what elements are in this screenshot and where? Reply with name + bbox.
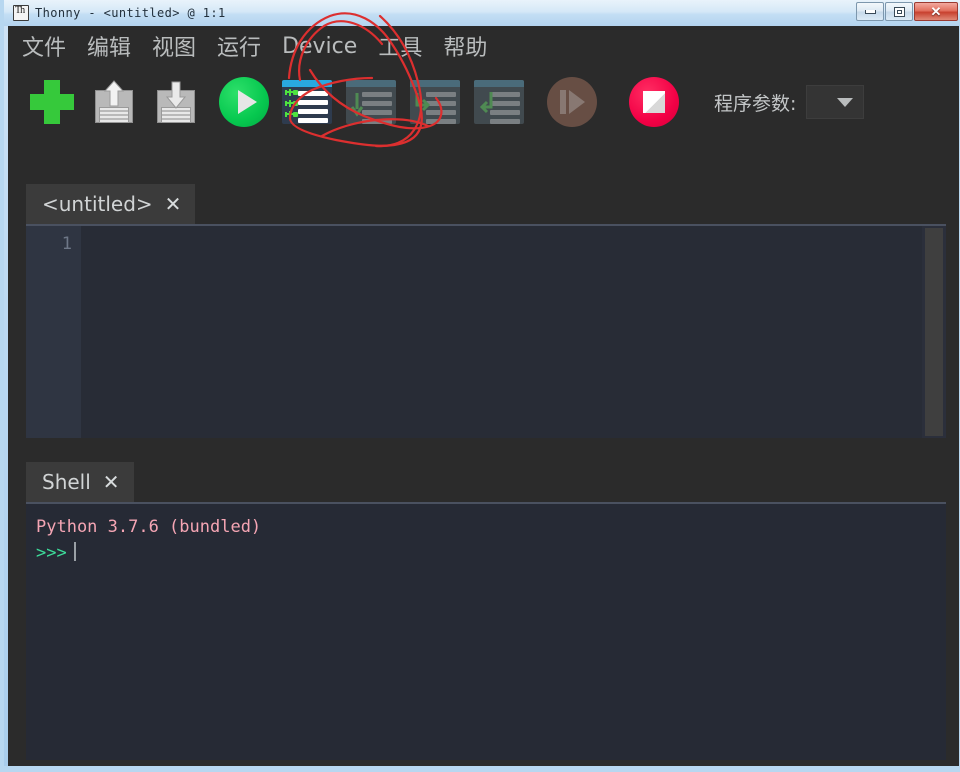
floppy-up-icon xyxy=(92,80,136,124)
shell-tab-close-icon[interactable]: ✕ xyxy=(103,472,120,492)
editor-line-gutter: 1 xyxy=(26,226,81,438)
menu-run[interactable]: 运行 xyxy=(217,30,261,62)
step-out-button xyxy=(470,74,528,130)
close-button[interactable]: ✕ xyxy=(914,2,958,21)
menu-device[interactable]: Device xyxy=(282,34,357,59)
shell-tab-label: Shell xyxy=(42,470,91,494)
title-bar[interactable]: Thonny - <untitled> @ 1:1 ✕ xyxy=(4,0,960,26)
stop-button[interactable] xyxy=(626,74,682,130)
shell-prompt: >>> xyxy=(36,543,67,563)
menu-tools[interactable]: 工具 xyxy=(378,30,422,62)
editor-tab-label: <untitled> xyxy=(42,192,153,216)
editor-scrollbar-thumb[interactable] xyxy=(925,228,943,436)
application-window: Thonny - <untitled> @ 1:1 ✕ 文件 编辑 视图 运行 … xyxy=(0,0,960,772)
step-over-button xyxy=(342,74,400,130)
new-file-button[interactable] xyxy=(24,74,80,130)
minimize-icon xyxy=(864,9,876,14)
run-button[interactable] xyxy=(216,74,272,130)
program-arguments: 程序参数: xyxy=(714,85,865,119)
window-title: Thonny - <untitled> @ 1:1 xyxy=(35,6,226,20)
step-over-icon xyxy=(346,80,396,124)
close-icon: ✕ xyxy=(930,4,942,19)
shell-tabstrip: Shell ✕ xyxy=(26,458,946,502)
minimize-button[interactable] xyxy=(856,2,884,21)
editor-scrollbar[interactable] xyxy=(922,226,946,438)
debug-button[interactable] xyxy=(278,74,336,130)
chevron-down-icon xyxy=(837,97,854,107)
editor-tabstrip: <untitled> ✕ xyxy=(26,180,946,224)
editor-tab-untitled[interactable]: <untitled> ✕ xyxy=(26,184,196,224)
menu-file[interactable]: 文件 xyxy=(22,30,66,62)
editor-tab-close-icon[interactable]: ✕ xyxy=(165,194,182,214)
window-controls: ✕ xyxy=(856,2,958,21)
editor-body: 1 xyxy=(26,224,946,438)
step-into-button xyxy=(406,74,464,130)
resume-circle-icon xyxy=(547,77,597,127)
shell-tab[interactable]: Shell ✕ xyxy=(26,462,134,502)
menu-view[interactable]: 视图 xyxy=(152,30,196,62)
save-file-button[interactable] xyxy=(148,74,204,130)
shell-prompt-line[interactable]: >>> xyxy=(36,540,946,566)
editor-notebook: <untitled> ✕ 1 xyxy=(26,180,946,442)
shell-cursor xyxy=(73,542,76,561)
maximize-icon xyxy=(893,6,905,17)
program-arguments-label: 程序参数: xyxy=(714,92,797,115)
menu-help[interactable]: 帮助 xyxy=(443,30,487,62)
thonny-icon xyxy=(13,5,29,21)
plus-icon xyxy=(29,79,75,125)
step-out-icon xyxy=(474,80,524,124)
menu-bar: 文件 编辑 视图 运行 Device 工具 帮助 xyxy=(8,26,959,66)
editor-text-area[interactable] xyxy=(81,226,922,438)
maximize-button[interactable] xyxy=(885,2,913,21)
floppy-down-icon xyxy=(154,80,198,124)
shell-notebook: Shell ✕ Python 3.7.6 (bundled) >>> xyxy=(26,458,946,764)
shell-banner: Python 3.7.6 (bundled) xyxy=(36,517,262,537)
shell-body[interactable]: Python 3.7.6 (bundled) >>> xyxy=(26,502,946,760)
debug-bug-icon xyxy=(282,80,332,124)
program-arguments-combobox[interactable] xyxy=(806,85,865,119)
step-into-icon xyxy=(410,80,460,124)
tool-bar: 程序参数: xyxy=(8,66,959,138)
line-number: 1 xyxy=(61,234,72,254)
load-file-button[interactable] xyxy=(86,74,142,130)
menu-edit[interactable]: 编辑 xyxy=(87,30,131,62)
stop-circle-icon xyxy=(629,77,679,127)
resume-button xyxy=(544,74,600,130)
play-circle-icon xyxy=(219,77,269,127)
app-body: 文件 编辑 视图 运行 Device 工具 帮助 程序参数: <untitled… xyxy=(8,26,959,766)
